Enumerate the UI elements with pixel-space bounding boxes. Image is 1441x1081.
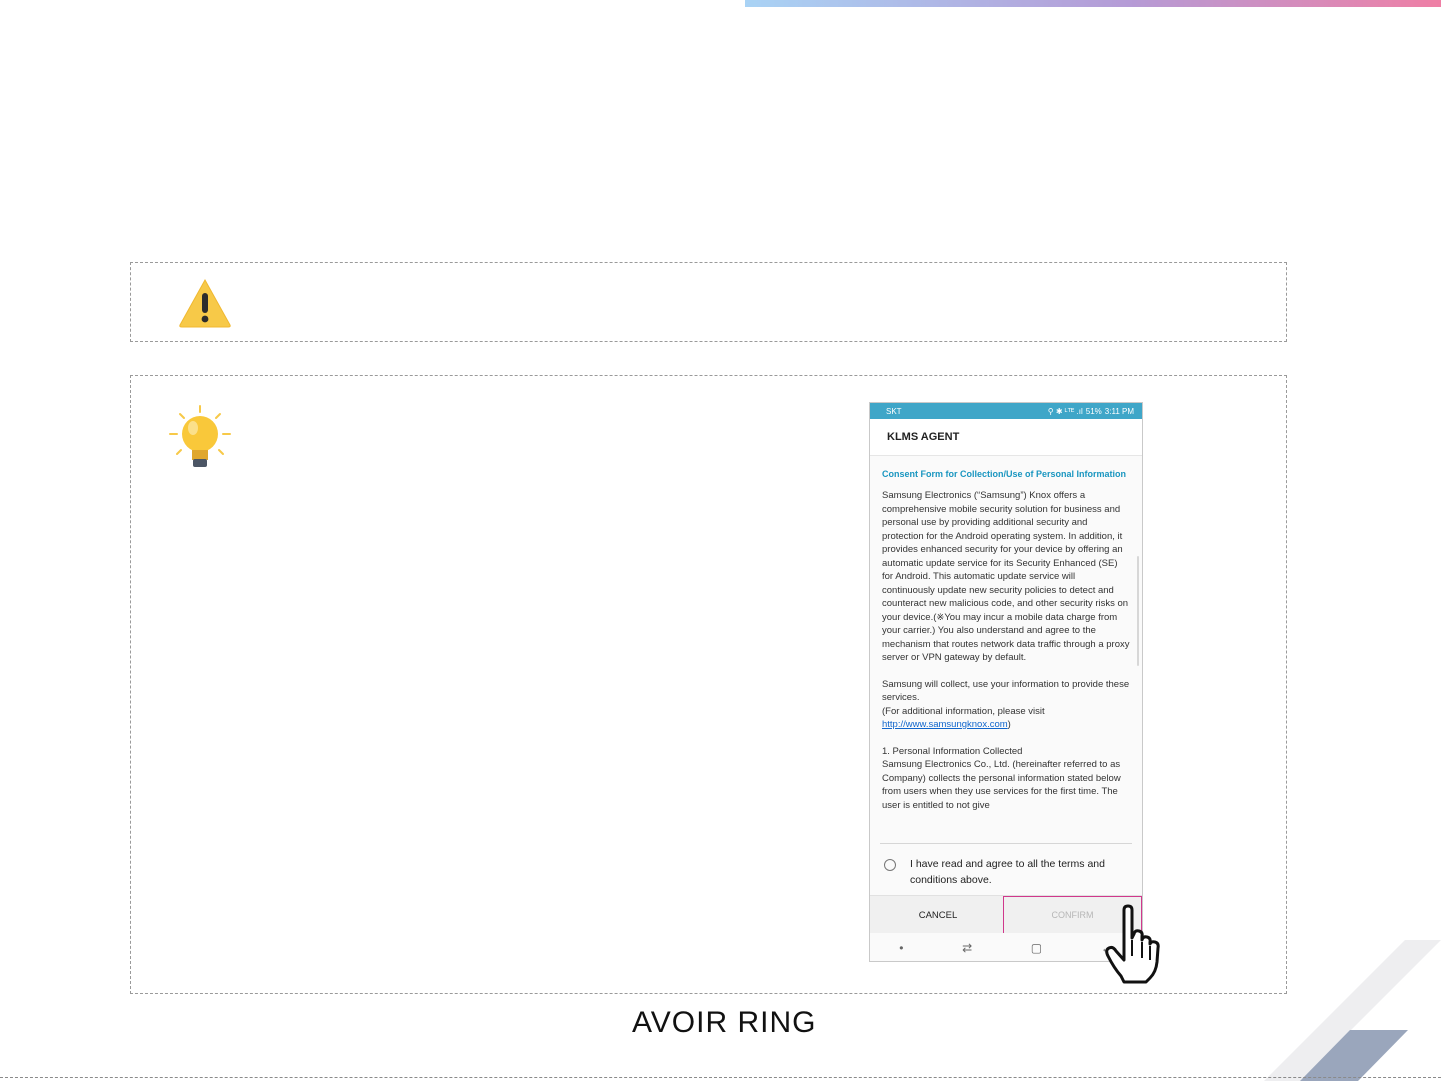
samsungknox-link[interactable]: http://www.samsungknox.com: [882, 719, 1008, 730]
recents-icon[interactable]: ⇄: [962, 941, 972, 955]
consent-title: Consent Form for Collection/Use of Perso…: [882, 469, 1127, 479]
battery-level: 51%: [1085, 406, 1102, 416]
warning-icon: [179, 278, 231, 328]
consent-paragraph-1: Samsung Electronics (“Samsung”) Knox off…: [882, 490, 1130, 663]
consent-content[interactable]: Consent Form for Collection/Use of Perso…: [870, 456, 1142, 826]
link-suffix: ): [1007, 719, 1011, 730]
home-icon[interactable]: ▢: [1031, 941, 1042, 955]
decorative-stripes: [1264, 940, 1441, 1081]
carrier-label: SKT: [886, 406, 902, 416]
scrollbar[interactable]: [1137, 556, 1139, 666]
pointing-hand-icon: [1105, 904, 1160, 984]
phone-screenshot: SKT ⚲ ✱ ᴸᵀᴱ .ıl 51% 3:11 PM KLMS AGENT C…: [869, 402, 1143, 962]
clock: 3:11 PM: [1104, 406, 1134, 416]
app-title: KLMS AGENT: [870, 419, 1142, 456]
footer-brand: AVOIR RING: [632, 1006, 817, 1039]
cancel-button[interactable]: CANCEL: [870, 896, 1006, 934]
bottom-divider: [0, 1077, 1441, 1078]
nav-dot-icon[interactable]: •: [899, 941, 903, 955]
agree-row[interactable]: I have read and agree to all the terms a…: [880, 843, 1132, 894]
consent-paragraph-2: Samsung will collect, use your informati…: [882, 678, 1130, 732]
top-gradient-bar: [745, 0, 1441, 7]
status-icons: ⚲ ✱ ᴸᵀᴱ .ıl: [1047, 406, 1083, 416]
lightbulb-icon: [169, 405, 231, 467]
warning-callout: [130, 262, 1287, 342]
consent-paragraph-3: 1. Personal Information Collected Samsun…: [882, 745, 1121, 811]
agree-radio[interactable]: [884, 859, 896, 871]
agree-text: I have read and agree to all the terms a…: [910, 858, 1105, 886]
status-bar: SKT ⚲ ✱ ᴸᵀᴱ .ıl 51% 3:11 PM: [870, 403, 1142, 419]
consent-paragraph-2-text: Samsung will collect, use your informati…: [882, 678, 1130, 717]
